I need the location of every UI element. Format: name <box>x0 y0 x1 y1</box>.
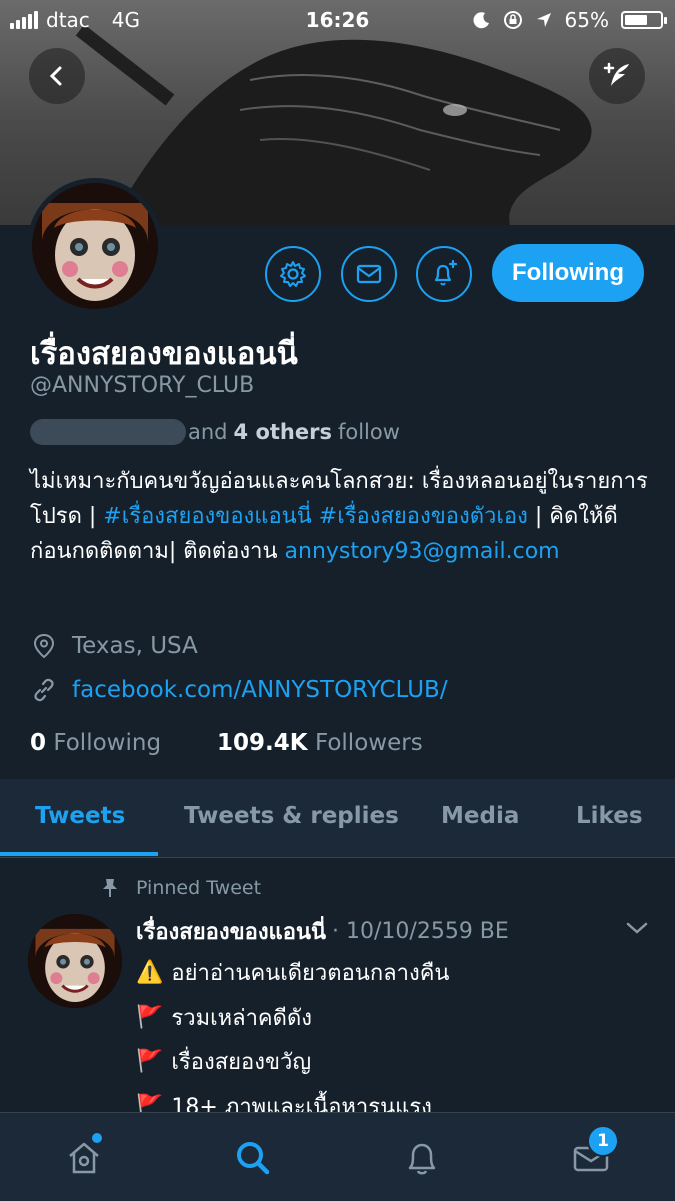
location-pin-icon <box>33 633 55 659</box>
bell-icon <box>408 1143 436 1175</box>
profile-website[interactable]: facebook.com/ANNYSTORYCLUB/ <box>30 676 448 704</box>
search-icon <box>237 1142 270 1175</box>
following-count-link[interactable]: 0 Following <box>30 730 161 756</box>
rotation-lock-icon <box>503 11 522 29</box>
pinned-text: Pinned Tweet <box>136 877 262 899</box>
redacted-names <box>30 419 186 445</box>
notifications-toggle-button[interactable] <box>416 246 472 302</box>
battery-icon <box>621 11 667 29</box>
warning-emoji-icon: ⚠️ <box>136 960 164 985</box>
compose-tweet-button[interactable] <box>589 48 645 104</box>
back-button[interactable] <box>29 48 85 104</box>
followers-known-prefix: and <box>188 420 228 444</box>
compose-feather-icon <box>603 62 629 86</box>
following-label: Following <box>53 730 162 756</box>
tab-likes[interactable]: Likes <box>576 803 643 829</box>
tab-media[interactable]: Media <box>441 803 519 829</box>
followers-you-know[interactable]: and 4 others follow <box>30 419 400 445</box>
nav-search[interactable] <box>223 1131 283 1185</box>
tweet-author-avatar[interactable] <box>28 914 122 1008</box>
tweet-header: เรื่องสยองของแอนนี่ · 10/10/2559 BE <box>136 914 509 949</box>
settings-button[interactable] <box>265 246 321 302</box>
bio-hashtag-link[interactable]: #เรื่องสยองของตัวเอง <box>319 504 528 529</box>
bio-email-link[interactable]: annystory93@gmail.com <box>285 539 560 564</box>
profile-location: Texas, USA <box>30 632 198 660</box>
active-tab-indicator <box>0 852 158 856</box>
followers-label: Followers <box>314 730 423 756</box>
chevron-down-icon <box>626 922 648 934</box>
tweet-line-text: อย่าอ่านคนเดียวตอนกลางคืน <box>171 961 450 986</box>
followers-known-suffix: follow <box>337 420 400 444</box>
profile-bio: ไม่เหมาะกับคนขวัญอ่อนและคนโลกสวย: เรื่อง… <box>30 464 650 569</box>
tab-tweets-replies[interactable]: Tweets & replies <box>184 803 399 829</box>
messages-badge: 1 <box>587 1125 619 1157</box>
red-flag-emoji-icon: 🚩 <box>136 1049 164 1074</box>
profile-display-name: เรื่องสยองของแอนนี่ <box>30 336 298 372</box>
tweet-line: 🚩 เรื่องสยองขวัญ <box>136 1044 311 1079</box>
nav-home[interactable] <box>54 1131 114 1185</box>
gear-icon <box>280 261 306 287</box>
tweet-line: 🚩 รวมเหล่าคดีดัง <box>136 1000 312 1035</box>
chevron-left-icon <box>49 66 62 86</box>
profile-handle: @ANNYSTORY_CLUB <box>30 373 255 398</box>
doll-face-avatar-image <box>28 914 122 1008</box>
location-arrow-icon <box>536 13 551 27</box>
direct-message-button[interactable] <box>341 246 397 302</box>
moon-icon <box>473 12 489 29</box>
nav-notifications[interactable] <box>392 1131 452 1185</box>
nav-messages[interactable]: 1 <box>561 1125 621 1185</box>
bell-plus-icon <box>434 259 458 286</box>
link-icon <box>34 678 54 702</box>
home-new-dot <box>92 1133 102 1143</box>
pin-icon <box>103 879 117 897</box>
envelope-icon <box>356 264 382 284</box>
tweet-options-button[interactable] <box>624 918 650 942</box>
status-bar: dtac 4G 16:26 65% <box>0 0 675 38</box>
profile-tabs: Tweets Tweets & replies Media Likes <box>0 779 675 858</box>
followers-count: 109.4K <box>217 730 308 756</box>
tweet-date: · 10/10/2559 BE <box>332 919 509 944</box>
tab-tweets[interactable]: Tweets <box>35 803 125 829</box>
following-button[interactable]: Following <box>492 244 644 302</box>
home-icon <box>69 1142 99 1174</box>
tweet-line: ⚠️ อย่าอ่านคนเดียวตอนกลางคืน <box>136 955 449 990</box>
location-text: Texas, USA <box>72 633 198 659</box>
profile-avatar[interactable] <box>27 178 163 314</box>
pinned-tweet-label: Pinned Tweet <box>100 877 261 899</box>
bottom-navigation: 1 <box>0 1112 675 1201</box>
follow-counts: 0 Following 109.4K Followers <box>30 730 423 756</box>
doll-face-avatar-image <box>32 183 158 309</box>
followers-count-link[interactable]: 109.4K Followers <box>217 730 423 756</box>
tweet-line-text: รวมเหล่าคดีดัง <box>171 1006 312 1031</box>
tweet-line-text: เรื่องสยองขวัญ <box>171 1050 312 1075</box>
following-count: 0 <box>30 730 47 756</box>
bio-hashtag-link[interactable]: #เรื่องสยองของแอนนี่ <box>103 504 311 529</box>
tweet-author-name[interactable]: เรื่องสยองของแอนนี่ <box>136 914 326 949</box>
red-flag-emoji-icon: 🚩 <box>136 1005 164 1030</box>
followers-known-count: 4 others <box>233 420 332 444</box>
battery-percent: 65% <box>564 8 609 32</box>
website-link[interactable]: facebook.com/ANNYSTORYCLUB/ <box>72 677 448 703</box>
